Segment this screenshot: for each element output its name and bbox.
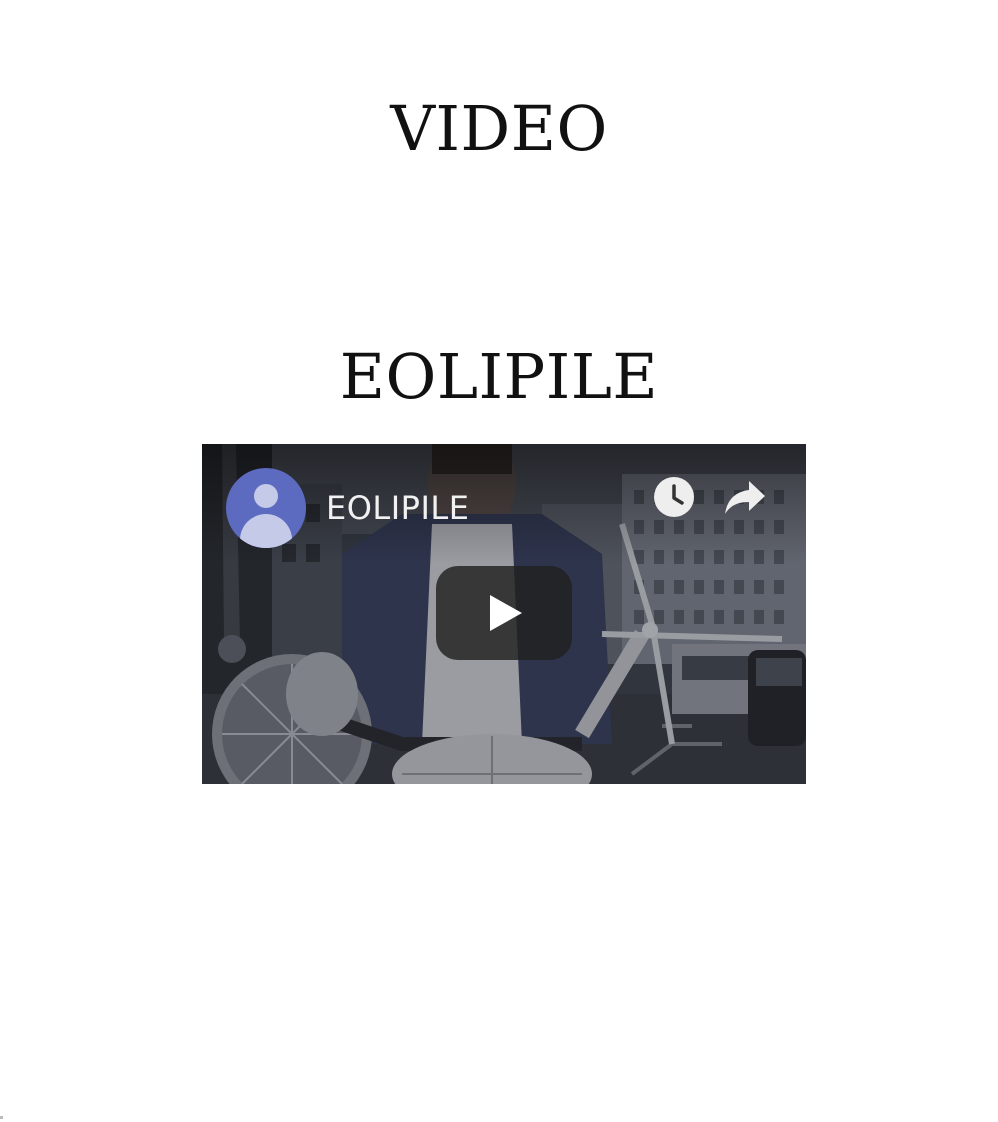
share-button[interactable] <box>722 474 768 520</box>
video-player-embed[interactable]: EOLIPILE <box>202 444 806 784</box>
watch-later-button[interactable] <box>651 474 697 520</box>
clock-icon <box>654 477 694 517</box>
corner-artifact <box>0 1116 3 1119</box>
video-title-link[interactable]: EOLIPILE <box>326 488 469 528</box>
avatar-body-shape <box>240 514 292 548</box>
page-heading-video: VIDEO <box>390 92 608 165</box>
video-section-title: EOLIPILE <box>339 340 659 413</box>
play-icon <box>490 595 522 631</box>
play-button[interactable] <box>436 566 572 660</box>
channel-avatar-icon[interactable] <box>226 468 306 548</box>
avatar-head-shape <box>254 484 278 508</box>
share-arrow-icon <box>725 481 765 514</box>
